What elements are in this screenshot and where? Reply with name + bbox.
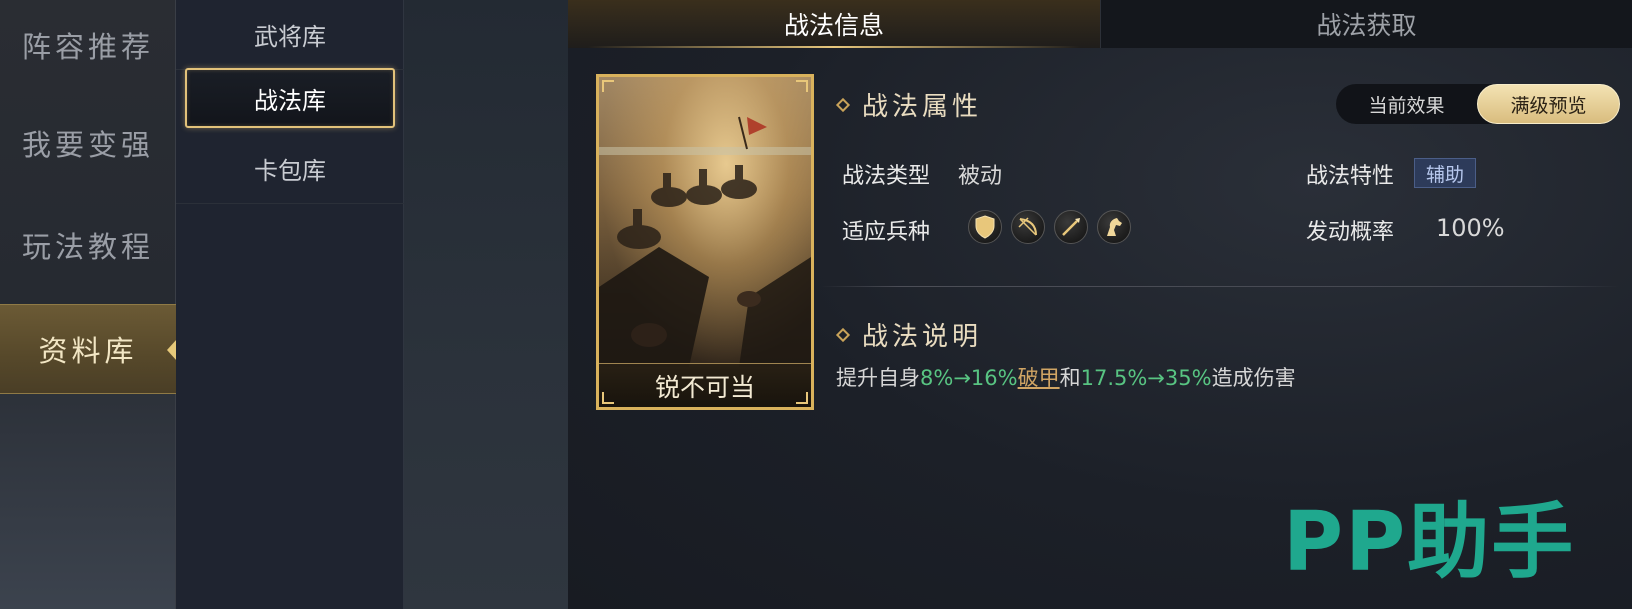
tactic-name-label: 锐不可当 bbox=[654, 372, 755, 402]
trigger-rate-label: 发动概率 bbox=[1306, 220, 1395, 245]
watermark-text: PP助手 bbox=[1283, 495, 1576, 590]
watermark-logo: PP助手 bbox=[1283, 497, 1575, 589]
desc-suffix: 造成伤害 bbox=[1211, 366, 1296, 390]
tactic-card-art bbox=[599, 77, 811, 367]
desc-connector: 和 bbox=[1059, 366, 1081, 390]
troop-type-label: 适应兵种 bbox=[842, 220, 931, 245]
nav-item-label: 我要变强 bbox=[21, 128, 154, 162]
toggle-label: 满级预览 bbox=[1510, 94, 1587, 117]
card-corner-ornament bbox=[602, 80, 614, 92]
tactic-feature-label: 战法特性 bbox=[1306, 164, 1395, 189]
horse-icon bbox=[1097, 210, 1131, 244]
sub-nav-tactics[interactable]: 战法库 bbox=[185, 68, 395, 128]
desc-value-armor-break: 8%→16% bbox=[920, 366, 1018, 390]
background-gap bbox=[404, 0, 568, 609]
desc-prefix: 提升自身 bbox=[836, 366, 920, 390]
sub-nav-generals[interactable]: 武将库 bbox=[176, 0, 404, 70]
tactic-feature-value: 辅助 bbox=[1425, 163, 1464, 186]
nav-item-label: 阵容推荐 bbox=[21, 30, 154, 64]
description-heading: 战法说明 bbox=[835, 316, 983, 353]
tactic-description: 提升自身8%→16%破甲和17.5%→35%造成伤害 bbox=[836, 362, 1296, 392]
tactic-type-value: 被动 bbox=[958, 164, 1003, 189]
tab-tactic-info[interactable]: 战法信息 bbox=[568, 0, 1100, 48]
left-nav: 阵容推荐 我要变强 玩法教程 资料库 bbox=[0, 0, 177, 609]
tab-tactic-source[interactable]: 战法获取 bbox=[1100, 0, 1632, 48]
card-corner-ornament bbox=[796, 80, 808, 92]
effect-toggle: 当前效果 满级预览 bbox=[1336, 84, 1620, 124]
nav-item-label: 玩法教程 bbox=[21, 230, 154, 264]
nav-item-lineup[interactable]: 阵容推荐 bbox=[0, 0, 176, 90]
nav-item-label: 资料库 bbox=[38, 334, 138, 368]
card-corner-ornament bbox=[602, 392, 614, 404]
sub-nav-label: 战法库 bbox=[254, 86, 326, 115]
attributes-title: 战法属性 bbox=[862, 92, 983, 122]
desc-value-damage: 17.5%→35% bbox=[1080, 366, 1212, 390]
diamond-bullet-icon bbox=[835, 327, 851, 342]
tactic-feature-tag: 辅助 bbox=[1414, 158, 1476, 188]
toggle-label: 当前效果 bbox=[1368, 94, 1445, 117]
description-title: 战法说明 bbox=[862, 322, 983, 352]
tactic-card: 锐不可当 bbox=[596, 74, 814, 410]
tab-bar: 战法信息 战法获取 bbox=[568, 0, 1632, 48]
spear-icon bbox=[1054, 210, 1088, 244]
nav-item-improve[interactable]: 我要变强 bbox=[0, 98, 176, 188]
section-divider bbox=[820, 286, 1620, 287]
shield-icon bbox=[968, 210, 1002, 244]
sub-nav-label: 卡包库 bbox=[254, 157, 326, 185]
current-effect-option[interactable]: 当前效果 bbox=[1336, 84, 1477, 124]
bow-icon bbox=[1011, 210, 1045, 244]
sub-nav-label: 武将库 bbox=[254, 23, 326, 51]
nav-item-tutorial[interactable]: 玩法教程 bbox=[0, 200, 176, 290]
diamond-bullet-icon bbox=[835, 97, 851, 112]
tab-label: 战法信息 bbox=[783, 11, 884, 40]
sub-nav: 武将库 战法库 卡包库 bbox=[176, 0, 404, 609]
nav-item-database[interactable]: 资料库 bbox=[0, 304, 177, 394]
battle-scene-illustration bbox=[599, 116, 811, 367]
tab-label: 战法获取 bbox=[1316, 11, 1417, 40]
tactic-type-label: 战法类型 bbox=[842, 164, 931, 189]
attributes-heading: 战法属性 bbox=[835, 86, 983, 123]
sub-nav-card-packs[interactable]: 卡包库 bbox=[176, 134, 404, 204]
trigger-rate-value: 100% bbox=[1436, 214, 1505, 242]
card-corner-ornament bbox=[796, 392, 808, 404]
max-level-preview-option[interactable]: 满级预览 bbox=[1477, 84, 1620, 124]
tactic-card-name: 锐不可当 bbox=[599, 363, 811, 407]
armor-break-keyword-link[interactable]: 破甲 bbox=[1018, 366, 1060, 390]
